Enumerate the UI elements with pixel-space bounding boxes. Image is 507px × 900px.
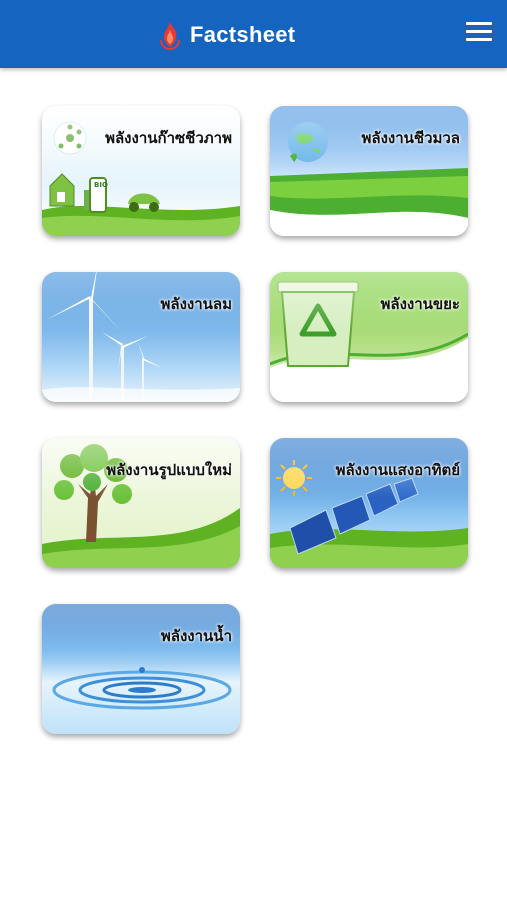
tile-hydro[interactable]: พลังงานน้ำ — [42, 604, 240, 734]
tile-biomass[interactable]: พลังงานชีวมวล — [270, 106, 468, 236]
tile-label: พลังงานก๊าซชีวภาพ — [105, 129, 232, 147]
tile-label: พลังงานแสงอาทิตย์ — [335, 461, 460, 479]
flame-logo-icon — [160, 22, 180, 50]
tile-solar[interactable]: พลังงานแสงอาทิตย์ — [270, 438, 468, 568]
tile-waste[interactable]: พลังงานขยะ — [270, 272, 468, 402]
app-brand: Factsheet — [158, 18, 295, 52]
biogas-badge: BIO — [94, 181, 108, 189]
tile-label: พลังงานชีวมวล — [361, 129, 460, 147]
tile-biogas[interactable]: BIO พลังงานก๊าซชีวภาพ — [42, 106, 240, 236]
tile-label: พลังงานขยะ — [380, 295, 460, 313]
app-bar: Factsheet — [0, 0, 507, 68]
tile-label: พลังงานน้ำ — [160, 627, 232, 645]
tile-wind[interactable]: พลังงานลม — [42, 272, 240, 402]
tile-alternative[interactable]: พลังงานรูปแบบใหม่ — [42, 438, 240, 568]
app-title: Factsheet — [190, 22, 296, 47]
tile-label: พลังงานรูปแบบใหม่ — [106, 461, 232, 479]
hamburger-menu-icon[interactable] — [466, 22, 492, 44]
tile-label: พลังงานลม — [160, 295, 232, 313]
